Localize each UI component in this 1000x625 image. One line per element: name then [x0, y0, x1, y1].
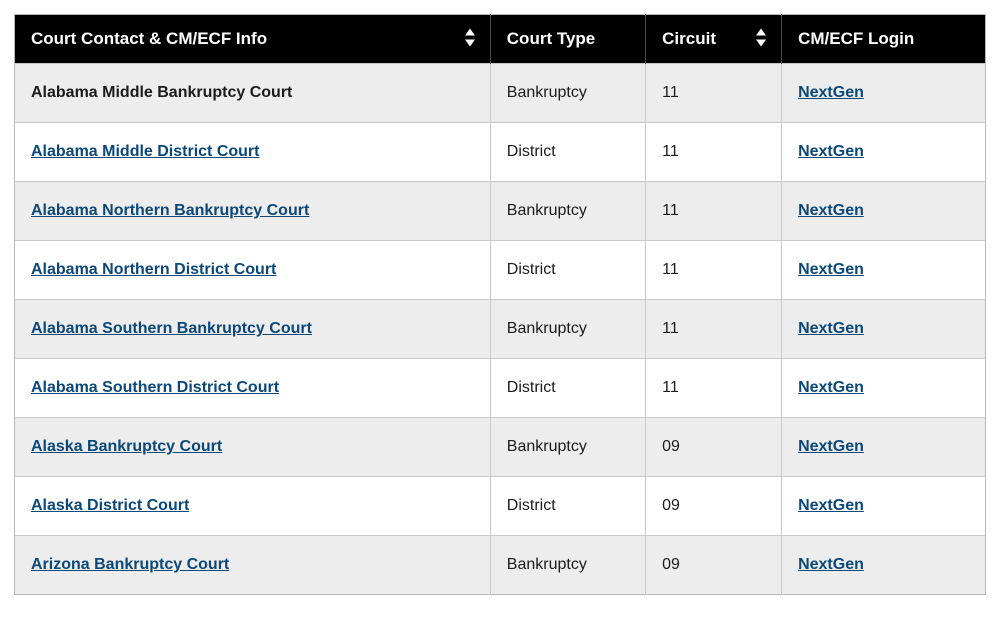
login-link[interactable]: NextGen: [798, 84, 864, 101]
login-link[interactable]: NextGen: [798, 556, 864, 573]
cell-login: NextGen: [782, 300, 986, 359]
cell-court-name: Alaska Bankruptcy Court: [15, 418, 491, 477]
sort-icon: [464, 29, 476, 50]
cell-court-name: Alabama Southern District Court: [15, 359, 491, 418]
court-name-link[interactable]: Alabama Southern District Court: [31, 379, 279, 396]
court-name-link[interactable]: Alaska Bankruptcy Court: [31, 438, 222, 455]
login-link[interactable]: NextGen: [798, 379, 864, 396]
cell-court-name: Alabama Northern District Court: [15, 241, 491, 300]
cell-court-type: Bankruptcy: [490, 536, 645, 595]
courts-table: Court Contact & CM/ECF Info Court Type C…: [14, 14, 986, 595]
cell-login: NextGen: [782, 359, 986, 418]
header-court-contact[interactable]: Court Contact & CM/ECF Info: [15, 15, 491, 64]
login-link[interactable]: NextGen: [798, 261, 864, 278]
header-label: Court Contact & CM/ECF Info: [31, 29, 267, 48]
cell-court-name: Alaska District Court: [15, 477, 491, 536]
cell-login: NextGen: [782, 477, 986, 536]
table-row: Alaska Bankruptcy Court Bankruptcy09 NextG…: [15, 418, 986, 477]
cell-circuit: 09: [646, 536, 782, 595]
table-row: Alaska District Court District09 NextGen: [15, 477, 986, 536]
court-name-text: Alabama Middle Bankruptcy Court: [31, 84, 292, 101]
cell-court-type: District: [490, 477, 645, 536]
court-name-link[interactable]: Alaska District Court: [31, 497, 189, 514]
header-label: Court Type: [507, 29, 595, 48]
cell-court-type: Bankruptcy: [490, 418, 645, 477]
cell-court-type: District: [490, 123, 645, 182]
table-row: Alabama Middle Bankruptcy Court Bankruptc…: [15, 64, 986, 123]
cell-login: NextGen: [782, 241, 986, 300]
cell-circuit: 11: [646, 64, 782, 123]
court-name-link[interactable]: Alabama Southern Bankruptcy Court: [31, 320, 312, 337]
cell-login: NextGen: [782, 418, 986, 477]
table-row: Alabama Northern Bankruptcy Court Bankrup…: [15, 182, 986, 241]
cell-login: NextGen: [782, 64, 986, 123]
cell-circuit: 09: [646, 477, 782, 536]
header-court-type: Court Type: [490, 15, 645, 64]
cell-circuit: 09: [646, 418, 782, 477]
cell-circuit: 11: [646, 241, 782, 300]
cell-login: NextGen: [782, 536, 986, 595]
login-link[interactable]: NextGen: [798, 202, 864, 219]
sort-icon: [755, 29, 767, 50]
header-login: CM/ECF Login: [782, 15, 986, 64]
cell-court-type: Bankruptcy: [490, 64, 645, 123]
cell-court-type: District: [490, 241, 645, 300]
cell-court-name: Arizona Bankruptcy Court: [15, 536, 491, 595]
header-circuit[interactable]: Circuit: [646, 15, 782, 64]
header-label: Circuit: [662, 29, 716, 48]
login-link[interactable]: NextGen: [798, 143, 864, 160]
table-row: Alabama Southern Bankruptcy Court Bankrup…: [15, 300, 986, 359]
court-name-link[interactable]: Alabama Middle District Court: [31, 143, 259, 160]
cell-court-name: Alabama Middle Bankruptcy Court: [15, 64, 491, 123]
login-link[interactable]: NextGen: [798, 497, 864, 514]
cell-court-name: Alabama Southern Bankruptcy Court: [15, 300, 491, 359]
login-link[interactable]: NextGen: [798, 438, 864, 455]
cell-court-type: District: [490, 359, 645, 418]
cell-circuit: 11: [646, 300, 782, 359]
cell-circuit: 11: [646, 123, 782, 182]
cell-court-type: Bankruptcy: [490, 182, 645, 241]
cell-login: NextGen: [782, 123, 986, 182]
table-row: Arizona Bankruptcy Court Bankruptcy09 Next…: [15, 536, 986, 595]
cell-court-name: Alabama Northern Bankruptcy Court: [15, 182, 491, 241]
cell-court-name: Alabama Middle District Court: [15, 123, 491, 182]
table-row: Alabama Northern District Court District1…: [15, 241, 986, 300]
court-name-link[interactable]: Arizona Bankruptcy Court: [31, 556, 229, 573]
table-row: Alabama Southern District Court District1…: [15, 359, 986, 418]
court-name-link[interactable]: Alabama Northern Bankruptcy Court: [31, 202, 309, 219]
cell-login: NextGen: [782, 182, 986, 241]
header-label: CM/ECF Login: [798, 29, 914, 48]
cell-court-type: Bankruptcy: [490, 300, 645, 359]
court-name-link[interactable]: Alabama Northern District Court: [31, 261, 276, 278]
login-link[interactable]: NextGen: [798, 320, 864, 337]
table-row: Alabama Middle District Court District11 N…: [15, 123, 986, 182]
cell-circuit: 11: [646, 359, 782, 418]
cell-circuit: 11: [646, 182, 782, 241]
table-header-row: Court Contact & CM/ECF Info Court Type C…: [15, 15, 986, 64]
